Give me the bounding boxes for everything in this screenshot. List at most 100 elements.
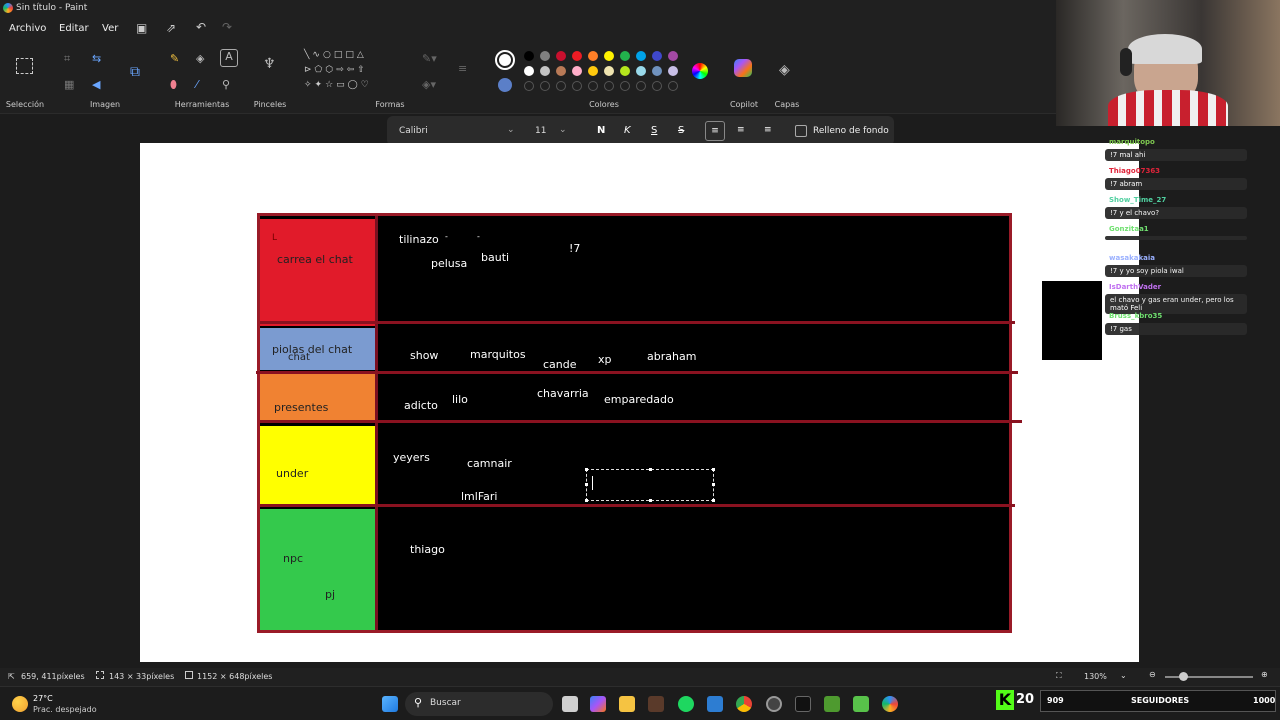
spotify-icon[interactable] [678,696,694,712]
selection-icon[interactable] [16,58,33,74]
obs-icon[interactable] [766,696,782,712]
image-tools-icon[interactable]: ⧉ [130,64,140,80]
resize-handle[interactable] [585,499,588,502]
share-icon[interactable]: ⇗ [166,21,176,35]
color-swatch[interactable] [556,66,566,76]
resize-handle[interactable] [649,468,652,471]
save-icon[interactable]: ▣ [136,21,147,35]
color-swatch[interactable] [588,66,598,76]
color-swatch[interactable] [524,66,534,76]
text-selection-box[interactable] [585,468,715,502]
color-swatch[interactable] [604,51,614,61]
color-swatch[interactable] [620,66,630,76]
color-swatch[interactable] [668,66,678,76]
resize-handle[interactable] [585,468,588,471]
resize-handle[interactable] [712,468,715,471]
color-swatch[interactable] [636,81,646,91]
resize-icon[interactable]: ⇆ [92,52,101,65]
text-tool-icon[interactable]: A [220,49,238,67]
color-swatch[interactable] [524,81,534,91]
tier-name: bauti [481,251,510,264]
zoom-slider-thumb[interactable] [1179,672,1188,681]
edit-colors-icon[interactable] [692,63,708,79]
color-swatch[interactable] [572,81,582,91]
magnifier-icon[interactable]: ⚲ [222,78,230,91]
menu-editar[interactable]: Editar [59,23,89,34]
fit-screen-icon[interactable]: ⛶ [1056,671,1062,681]
strikethrough-button[interactable]: S [678,125,684,136]
align-right-icon[interactable]: ≡ [764,125,772,135]
color-swatch[interactable] [588,51,598,61]
eraser-icon[interactable]: ⬮ [170,78,177,92]
primary-color-well[interactable] [495,50,515,70]
align-center-icon[interactable]: ≡ [737,125,745,135]
color-swatch[interactable] [572,51,582,61]
copilot-taskbar-icon[interactable] [590,696,606,712]
chrome-icon[interactable] [736,696,752,712]
zoom-in-icon[interactable]: ⊕ [1261,670,1268,679]
resize-handle[interactable] [712,499,715,502]
color-swatch[interactable] [540,51,550,61]
app-icon[interactable] [707,696,723,712]
underline-button[interactable]: S [651,125,657,136]
color-swatch[interactable] [556,51,566,61]
color-picker-icon[interactable]: ⁄ [196,78,198,91]
copilot-icon[interactable] [734,59,752,77]
color-swatch[interactable] [652,66,662,76]
color-swatch[interactable] [636,66,646,76]
align-left-icon[interactable]: ≡ [705,121,725,141]
shape-fill-icon[interactable]: ◈▾ [422,78,436,91]
color-swatch[interactable] [572,66,582,76]
color-swatch[interactable] [652,81,662,91]
menu-archivo[interactable]: Archivo [9,23,46,34]
font-family-select[interactable]: Calibri [399,126,519,136]
select-all-icon[interactable]: ▦ [64,78,74,91]
color-swatch[interactable] [652,51,662,61]
zoom-level[interactable]: 130% [1084,672,1107,681]
background-fill-checkbox[interactable] [795,125,807,137]
color-swatch[interactable] [604,81,614,91]
fill-icon[interactable]: ◈ [196,52,204,65]
color-swatch[interactable] [604,66,614,76]
resize-handle[interactable] [712,483,715,486]
resize-handle[interactable] [649,499,652,502]
minecraft-icon[interactable] [853,696,869,712]
redo-icon[interactable]: ↷ [222,20,232,34]
shapes-gallery[interactable]: ╲∿○□□△ ⊳⬠⬡⇨⇦⇧ ✧✦☆▭◯♡ [304,48,404,94]
file-explorer-icon[interactable] [619,696,635,712]
app-icon[interactable] [824,696,840,712]
shape-outline-icon[interactable]: ✎▾ [422,52,437,65]
line-width-icon[interactable]: ≡ [458,62,467,75]
color-swatch[interactable] [620,51,630,61]
brush-icon[interactable]: ♆ [263,56,276,72]
crop-icon[interactable]: ⌗ [64,52,70,66]
rotate-icon[interactable]: ◀ [92,78,100,91]
layers-icon[interactable]: ◈ [779,62,790,78]
taskbar-search[interactable]: ⚲ Buscar [405,692,553,716]
task-view-icon[interactable] [562,696,578,712]
weather-icon[interactable] [12,696,28,712]
color-swatch[interactable] [620,81,630,91]
color-swatch[interactable] [556,81,566,91]
font-size-select[interactable]: 11 [535,126,546,136]
color-swatch[interactable] [540,66,550,76]
bold-button[interactable]: N [597,125,605,136]
paint-taskbar-icon[interactable] [882,696,898,712]
resize-handle[interactable] [585,483,588,486]
secondary-color[interactable] [498,78,512,92]
zoom-out-icon[interactable]: ⊖ [1149,670,1156,679]
color-swatch[interactable] [540,81,550,91]
undo-icon[interactable]: ↶ [196,20,206,34]
color-swatch[interactable] [668,51,678,61]
menu-ver[interactable]: Ver [102,23,118,34]
windows-start-icon[interactable] [382,696,398,712]
app-icon[interactable] [648,696,664,712]
color-swatch[interactable] [668,81,678,91]
zoom-chevron-icon[interactable]: ⌄ [1120,671,1127,680]
capcut-icon[interactable] [795,696,811,712]
color-swatch[interactable] [588,81,598,91]
italic-button[interactable]: K [624,125,631,136]
color-swatch[interactable] [636,51,646,61]
pencil-icon[interactable]: ✎ [170,52,179,65]
color-swatch[interactable] [524,51,534,61]
